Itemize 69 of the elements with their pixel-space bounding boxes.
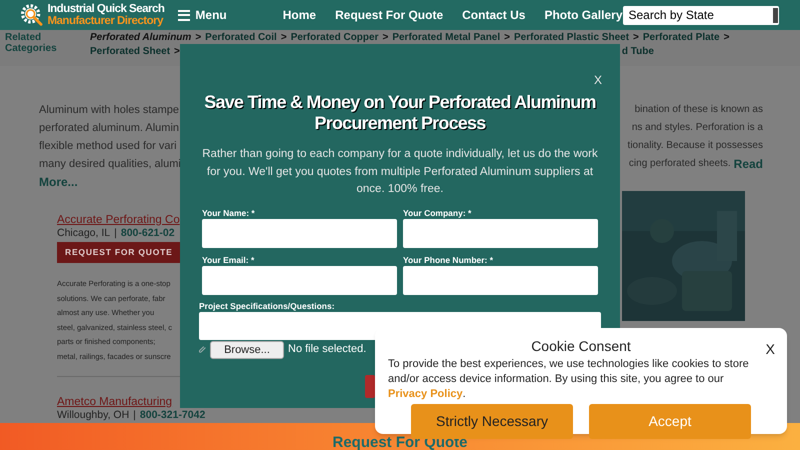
field-label: Your Email: * xyxy=(202,254,256,266)
read-more-link[interactable]: More... xyxy=(39,173,180,191)
category-link[interactable]: Perforated Metal Panel xyxy=(392,31,500,45)
menu-icon xyxy=(178,10,190,20)
separator-text: > xyxy=(195,31,202,45)
category-link[interactable]: Perforated Coil xyxy=(205,31,277,45)
dialog-title: Procurement Process xyxy=(314,113,486,134)
separator-text: > xyxy=(504,31,510,45)
close-button[interactable]: X xyxy=(594,71,602,89)
cookie-button[interactable]: Accept xyxy=(589,404,751,439)
category-link[interactable]: Perforated Aluminum xyxy=(90,31,192,45)
paragraph-text: ns and styles. Perforation is a xyxy=(632,121,763,135)
separator-text: > xyxy=(280,31,287,45)
privacy-policy-link[interactable]: Privacy Policy xyxy=(388,388,463,400)
cookie-text: To provide the best experiences, we use technologies like cookies to store and/or access device information. By using this site, you agree to our Privacy Policy. xyxy=(388,357,750,402)
field-label: Your Company: * xyxy=(403,206,472,218)
file-status: No file selected. xyxy=(288,342,366,358)
separator-text: | xyxy=(133,410,136,421)
company-link[interactable]: Ametco Manufacturing xyxy=(57,395,180,410)
location-text: Willoughby, OH xyxy=(57,410,130,421)
read-more-link[interactable]: Read xyxy=(734,155,763,173)
separator-text: > xyxy=(633,31,639,45)
input-field[interactable] xyxy=(403,218,598,248)
dialog-description: Rather than going to each company for a quote individually, let us do the work for you. We'll get you quotes from multiple Perforated Aluminum suppliers at once. 100% free. xyxy=(201,147,599,197)
paragraph-text: Aluminum with holes stampe xyxy=(39,103,180,118)
category-link[interactable]: Perforated Plastic Sheet xyxy=(514,31,630,45)
category-link[interactable]: Perforated Copper xyxy=(290,31,378,45)
paragraph-text: flexible method used for vari xyxy=(39,139,178,154)
dialog-title: Save Time & Money on Your Perforated Aluminum xyxy=(204,92,596,113)
company-link[interactable]: Accurate Perforating Co xyxy=(57,213,180,228)
nav-link[interactable]: Photo Gallery xyxy=(544,6,622,24)
input-field[interactable] xyxy=(403,266,598,294)
logo-text[interactable]: Industrial Quick Search xyxy=(47,3,164,15)
field-label: Your Phone Number: * xyxy=(403,254,494,266)
category-link[interactable]: Perforated Plate xyxy=(642,31,720,45)
input-field[interactable] xyxy=(202,266,397,294)
field-label: Project Specifications/Questions: xyxy=(199,300,336,312)
nav-link[interactable]: Contact Us xyxy=(462,6,526,24)
related-label: Related xyxy=(5,32,42,43)
separator-text: > xyxy=(724,31,730,45)
input-field[interactable] xyxy=(202,218,397,248)
gear-magnifier-icon[interactable] xyxy=(21,2,44,28)
separator-text: > xyxy=(382,31,388,45)
paragraph-text: perforated aluminum. Alumin xyxy=(39,121,180,136)
location-text: Chicago, IL xyxy=(57,228,110,239)
field-label: Your Name: * xyxy=(202,206,256,218)
separator-text: > xyxy=(174,45,180,59)
state-select[interactable]: Search by State xyxy=(622,6,779,24)
nav-link[interactable]: Request For Quote xyxy=(335,6,444,24)
menu-button[interactable]: Menu xyxy=(178,6,227,24)
cookie-button[interactable]: Strictly Necessary xyxy=(411,404,573,439)
category-link[interactable]: Perforated Sheet xyxy=(90,45,170,59)
paragraph-text: many desired qualities, alumi xyxy=(39,157,180,172)
close-button[interactable]: X xyxy=(766,339,775,360)
paragraph-text: tionality. Because it possesses xyxy=(628,139,763,153)
phone-text: 800-621-02 xyxy=(120,228,175,239)
nav-link[interactable]: Home xyxy=(282,6,316,24)
paperclip-icon xyxy=(199,346,207,354)
category-link[interactable]: d Tube xyxy=(622,45,654,59)
separator-text: | xyxy=(114,228,117,239)
request-quote-button[interactable]: REQUEST FOR QUOTE xyxy=(57,242,180,263)
logo-tagline[interactable]: Manufacturer Directory xyxy=(47,15,164,27)
paragraph-text: cing perforated sheets. xyxy=(628,157,731,171)
submit-button[interactable] xyxy=(365,375,375,398)
browse-button[interactable]: Browse... xyxy=(210,340,284,358)
related-label: Categories xyxy=(5,43,58,54)
phone-text: 800-321-7042 xyxy=(140,410,206,421)
paragraph-text: bination of these is known as xyxy=(634,103,763,117)
cookie-title: Cookie Consent xyxy=(531,338,631,355)
